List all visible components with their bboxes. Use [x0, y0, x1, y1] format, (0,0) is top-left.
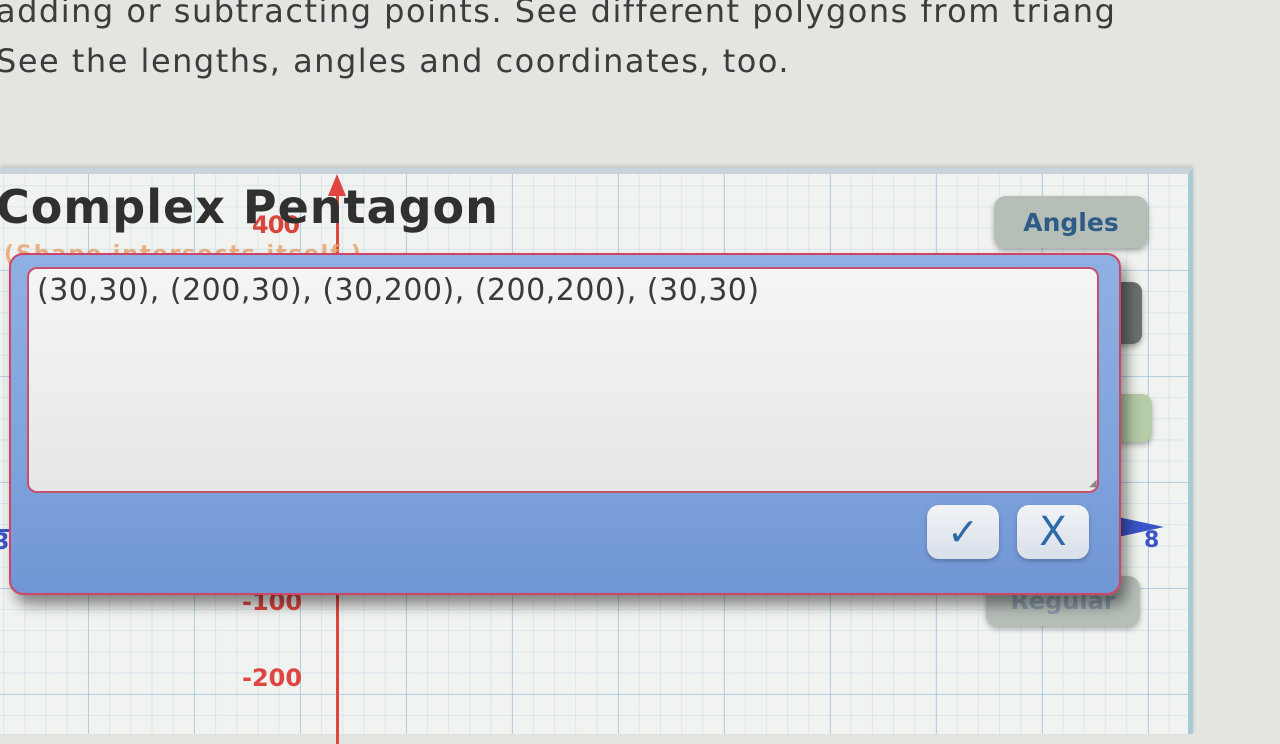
coordinates-input[interactable]: (30,30), (200,30), (30,200), (200,200), …	[27, 267, 1099, 493]
intro-line-1: adding or subtracting points. See differ…	[0, 0, 1117, 30]
ok-button[interactable]: ✓	[927, 505, 999, 559]
intro-text: adding or subtracting points. See differ…	[0, 0, 1280, 86]
x-tick-right: 8	[1144, 528, 1160, 553]
resize-grip-icon[interactable]: ◢	[1089, 479, 1099, 491]
checkmark-icon: ✓	[947, 510, 979, 554]
intro-line-2: See the lengths, angles and coordinates,…	[0, 42, 791, 80]
cancel-button[interactable]: X	[1017, 505, 1089, 559]
y-tick-neg200: -200	[242, 664, 303, 692]
shape-title: Complex Pentagon	[0, 180, 499, 234]
angles-button[interactable]: Angles	[994, 196, 1148, 248]
coordinates-dialog: (30,30), (200,30), (30,200), (200,200), …	[9, 253, 1121, 595]
close-icon: X	[1039, 509, 1067, 555]
